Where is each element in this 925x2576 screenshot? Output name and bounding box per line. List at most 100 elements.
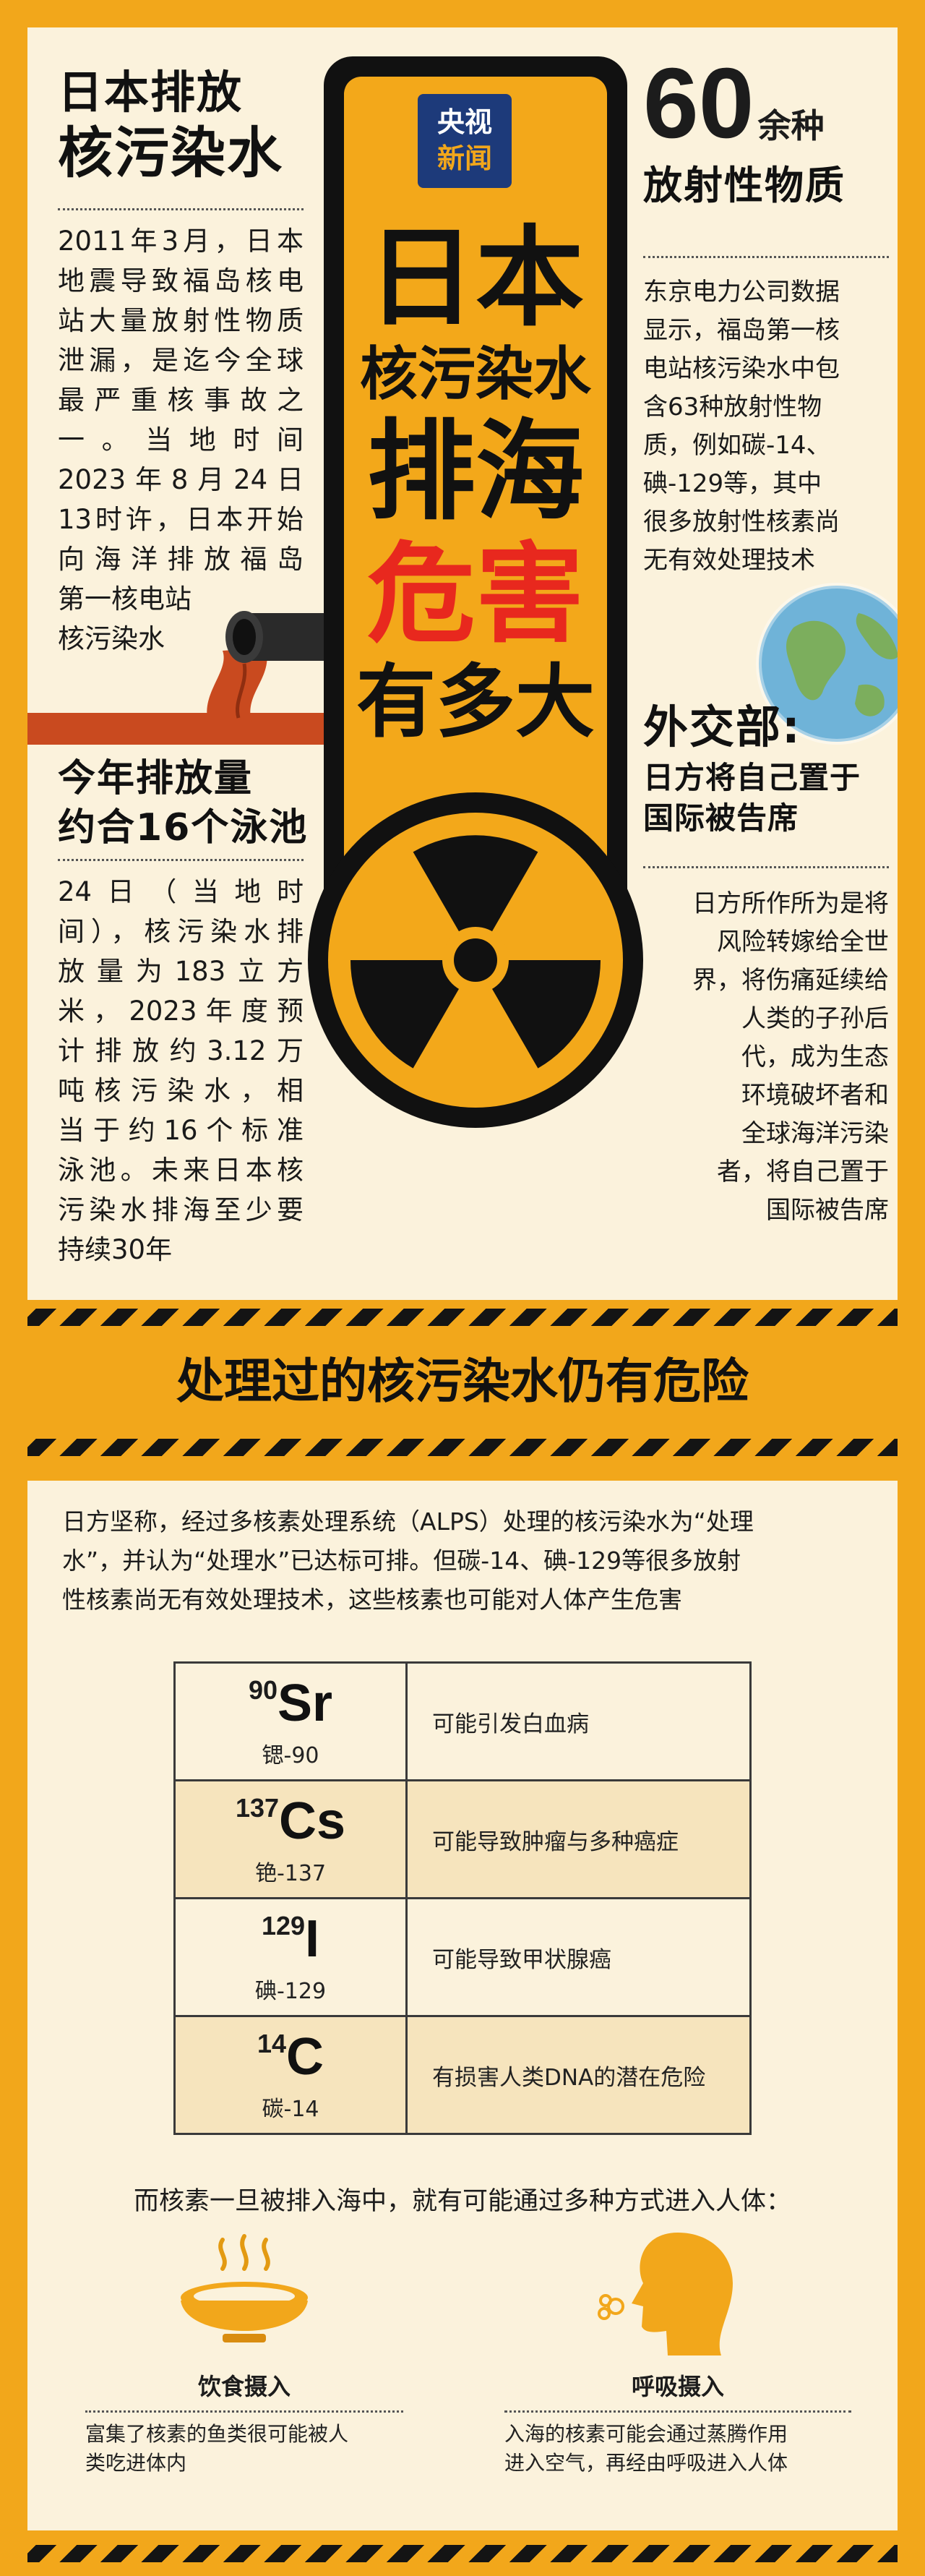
right-body: 东京电力公司数据 显示，福岛第一核 电站核污染水中包 含63种放射性物 质，例如…: [643, 273, 889, 580]
table-row: 129I 碘-129 可能导致甲状腺癌: [173, 1897, 752, 2017]
main-title-line4: 危害: [366, 532, 584, 658]
isotope-cell: 137Cs 铯-137: [173, 1779, 408, 1899]
text-line: 污染水排海至少要: [58, 1194, 304, 1225]
logo-line2: 新闻: [436, 142, 492, 174]
text-line: 进入空气，再经由呼吸进入人体: [504, 2451, 788, 2475]
main-title-line1: 日本: [366, 215, 584, 341]
isotope-effect: 有损害人类DNA的潜在危险: [405, 2015, 752, 2135]
text-line: 类吃进体内: [85, 2451, 187, 2475]
main-title-line2: 核污染水: [360, 341, 591, 408]
text-line: 24日（当地时: [58, 876, 304, 907]
route-text: 入海的核素可能会通过蒸腾作用 进入空气，再经由呼吸进入人体: [504, 2420, 851, 2478]
isotope-effect: 可能引发白血病: [405, 1661, 752, 1781]
text-line: 泳池。未来日本核: [58, 1155, 304, 1186]
text-line: 含63种放射性物: [643, 393, 822, 422]
route-breathing: 呼吸摄入 入海的核素可能会通过蒸腾作用 进入空气，再经由呼吸进入人体: [504, 2369, 851, 2478]
text-line: 水”，并认为“处理水”已达标可排。但碳-14、碘-129等很多放射: [62, 1546, 741, 1575]
left-title-line1: 日本排放: [58, 66, 244, 119]
divider: [643, 256, 889, 258]
isotope-name: 碳-14: [262, 2097, 319, 2122]
isotope-mass: 137: [235, 1793, 280, 1823]
pool-title-line1: 今年排放量: [58, 757, 254, 800]
route-text: 富集了核素的鱼类很可能被人 富集了核素的鱼类很可能被人 类吃进体内: [85, 2420, 403, 2478]
isotope-cell: 129I 碘-129: [173, 1897, 408, 2017]
text-line: 者，将自己置于: [717, 1158, 889, 1186]
text-line: 日方所作所为是将: [692, 889, 889, 918]
text-line: 日方坚称，经过多核素处理系统（ALPS）处理的核污染水为“处理: [62, 1507, 754, 1536]
isotope-symbol: Sr: [278, 1674, 333, 1732]
isotope-name: 铯-137: [254, 1861, 327, 1886]
text-line: 性核素尚无有效处理技术，这些核素也可能对人体产生危害: [62, 1586, 682, 1614]
isotope-name: 锶-90: [262, 1743, 319, 1768]
route-diet: 饮食摄入 富集了核素的鱼类很可能被人 富集了核素的鱼类很可能被人 类吃进体内: [85, 2369, 403, 2478]
isotope-effect: 可能导致肿瘤与多种癌症: [405, 1779, 752, 1899]
text-line: 电站核污染水中包: [643, 354, 840, 383]
sewage-pipe-icon: [27, 611, 331, 745]
pool-title-line2: 约合16个泳池: [58, 806, 309, 850]
text-line: 很多放射性核素尚: [643, 508, 840, 536]
mfa-subtitle-line2: 国际被告席: [643, 800, 799, 836]
text-line: 2011年3月，日本: [58, 226, 304, 257]
text-line: 向海洋排放福岛: [58, 544, 304, 575]
text-line: 吨核污染水，相: [58, 1075, 304, 1106]
bowl-icon: [181, 2234, 308, 2342]
pool-title: 今年排放量 约合16个泳池: [58, 754, 308, 852]
isotope-mass: 90: [248, 1675, 278, 1705]
text-line: 代，成为生态: [741, 1043, 889, 1071]
hazard-stripe-footer: [27, 2545, 898, 2562]
hazard-stripe-top: [27, 1309, 898, 1326]
route-label: 呼吸摄入: [631, 2373, 724, 2400]
text-line: 持续30年: [58, 1234, 173, 1265]
pool-body: 24日（当地时 间），核污染水排 放量为183立方 米，2023年度预 计排放约…: [58, 872, 304, 1270]
divider: [643, 866, 889, 868]
mfa-subtitle: 日方将自己置于 国际被告席: [643, 758, 861, 839]
radiation-icon: [308, 792, 643, 1128]
routes-intro: 而核素一旦被排入海中，就有可能通过多种方式进入人体：: [133, 2187, 791, 2216]
bottom-panel: 日方坚称，经过多核素处理系统（ALPS）处理的核污染水为“处理 水”，并认为“处…: [27, 1481, 898, 2530]
table-row: 137Cs 铯-137 可能导致肿瘤与多种癌症: [173, 1779, 752, 1899]
isotope-effect: 可能导致甲状腺癌: [405, 1897, 752, 2017]
breathing-head-icon: [598, 2233, 733, 2355]
intro-text: 日方坚称，经过多核素处理系统（ALPS）处理的核污染水为“处理 水”，并认为“处…: [62, 1502, 864, 1619]
main-title-line3: 排海: [366, 409, 584, 535]
left-title-line2: 核污染水: [58, 121, 283, 185]
text-line: 环境破坏者和: [741, 1081, 889, 1110]
top-panel: 日本排放 核污染水 2011年3月，日本 地震导致福岛核电 站大量放射性物质 泄…: [27, 27, 898, 1300]
logo-line1: 央视: [436, 106, 492, 138]
text-line: 界，将伤痛延续给: [692, 966, 889, 995]
isotope-mass: 14: [257, 2029, 287, 2058]
text-line: 放量为183立方: [58, 956, 304, 987]
text-line: 显示，福岛第一核: [643, 316, 840, 345]
table-row: 90Sr 锶-90 可能引发白血病: [173, 1661, 752, 1781]
text-line: 风险转嫁给全世: [717, 928, 889, 957]
text-line: 入海的核素可能会通过蒸腾作用: [504, 2422, 788, 2446]
text-line: 最严重核事故之: [58, 385, 304, 416]
table-row: 14C 碳-14 有损害人类DNA的潜在危险: [173, 2015, 752, 2135]
mfa-subtitle-line1: 日方将自己置于: [643, 760, 861, 795]
text-line: 国际被告席: [766, 1196, 889, 1225]
divider: [58, 859, 304, 861]
isotope-cell: 14C 碳-14: [173, 2015, 408, 2135]
text-line: 13时许，日本开始: [58, 504, 304, 535]
text-line: 质，例如碳-14、: [643, 431, 831, 460]
divider: [504, 2410, 851, 2413]
hazard-stripe-bottom: [27, 1439, 898, 1456]
right-subtitle: 放射性物质: [643, 163, 846, 208]
divider: [58, 208, 304, 210]
text-line: 全球海洋污染: [741, 1119, 889, 1148]
right-stat: 60 余种: [643, 49, 889, 158]
isotope-cell: 90Sr 锶-90: [173, 1661, 408, 1781]
isotope-symbol: C: [286, 2028, 324, 2086]
section-title: 处理过的核污染水仍有危险: [176, 1353, 749, 1409]
isotope-name: 碘-129: [254, 1979, 327, 2004]
divider: [85, 2410, 403, 2413]
text-line: 泄漏，是迄今全球: [58, 345, 304, 376]
text-line: 地震导致福岛核电: [58, 265, 304, 296]
text-line: 站大量放射性物质: [58, 305, 304, 336]
cctv-news-logo: 央视 新闻: [418, 94, 512, 188]
text-line: 计排放约3.12万: [58, 1035, 304, 1066]
isotope-symbol: I: [305, 1910, 320, 1968]
left-title: 日本排放 核污染水: [58, 65, 283, 187]
isotope-table: 90Sr 锶-90 可能引发白血病 137Cs 铯-137 可能导致肿瘤与多种癌…: [173, 1661, 752, 2135]
text-line: 无有效处理技术: [643, 546, 815, 575]
